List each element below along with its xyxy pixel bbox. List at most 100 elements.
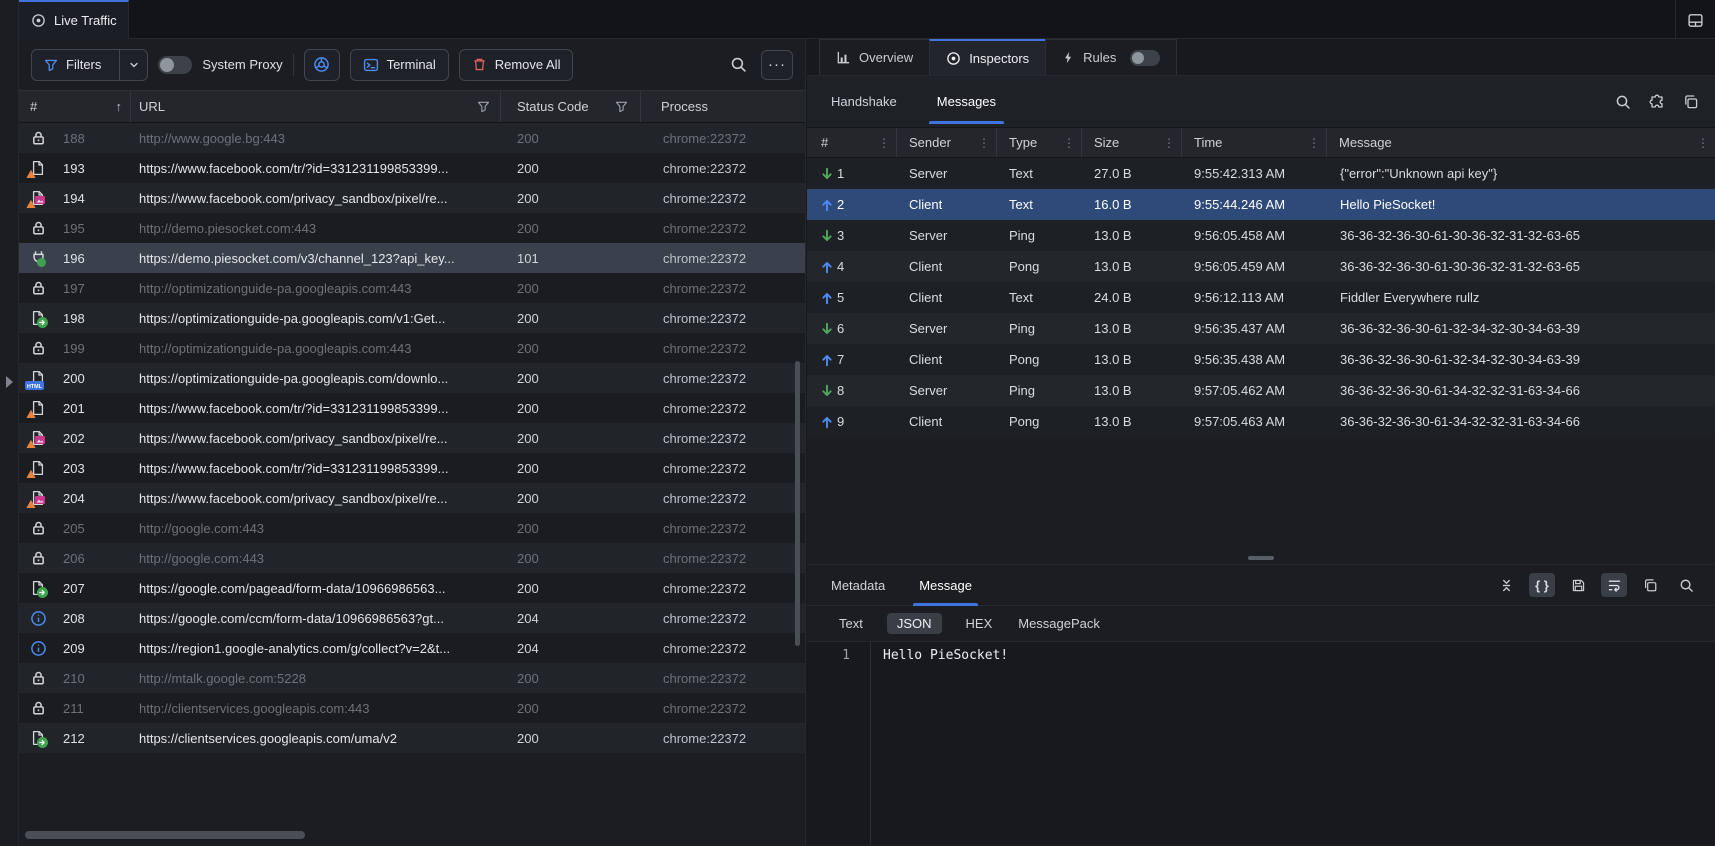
column-header-sender[interactable]: Sender⋮	[897, 128, 997, 157]
copy-icon[interactable]	[1637, 573, 1663, 597]
sort-ascending-icon[interactable]: ↑	[116, 99, 123, 114]
traffic-row[interactable]: 197http://optimizationguide-pa.googleapi…	[19, 273, 805, 303]
message-row[interactable]: 8ServerPing13.0 B9:57:05.462 AM36-36-32-…	[807, 375, 1715, 406]
dock-layout-icon[interactable]	[1683, 8, 1707, 32]
format-tab-json[interactable]: JSON	[887, 613, 942, 634]
column-menu-icon[interactable]: ⋮	[1063, 136, 1075, 150]
tab-handshake[interactable]: Handshake	[829, 79, 899, 124]
terminal-label: Terminal	[387, 57, 436, 72]
splitter-handle[interactable]	[1248, 556, 1274, 560]
extension-puzzle-icon[interactable]	[1649, 94, 1665, 110]
search-icon[interactable]	[1673, 573, 1699, 597]
horizontal-scrollbar-thumb[interactable]	[25, 831, 305, 839]
filter-funnel-icon[interactable]	[615, 100, 628, 113]
traffic-row[interactable]: 202https://www.facebook.com/privacy_sand…	[19, 423, 805, 453]
column-header-number[interactable]: #⋮	[807, 128, 897, 157]
remove-all-button[interactable]: Remove All	[459, 49, 574, 81]
filters-button[interactable]: Filters	[31, 49, 148, 81]
tab-messages[interactable]: Messages	[935, 79, 998, 124]
message-row[interactable]: 7ClientPong13.0 B9:56:35.438 AM36-36-32-…	[807, 344, 1715, 375]
column-menu-icon[interactable]: ⋮	[978, 136, 990, 150]
traffic-row[interactable]: 201https://www.facebook.com/tr/?id=33123…	[19, 393, 805, 423]
format-braces-icon[interactable]: { }	[1529, 573, 1555, 597]
tab-inspectors[interactable]: Inspectors	[929, 39, 1046, 75]
column-header-message[interactable]: Message⋮	[1327, 128, 1715, 157]
traffic-row[interactable]: 208https://google.com/ccm/form-data/1096…	[19, 603, 805, 633]
traffic-row[interactable]: 193https://www.facebook.com/tr/?id=33123…	[19, 153, 805, 183]
system-proxy-toggle[interactable]	[158, 56, 192, 74]
message-body-editor[interactable]: 1 Hello PieSocket!	[807, 642, 1715, 844]
word-wrap-icon[interactable]	[1601, 573, 1627, 597]
save-icon[interactable]	[1565, 573, 1591, 597]
traffic-row[interactable]: 212https://clientservices.googleapis.com…	[19, 723, 805, 753]
traffic-row[interactable]: 209https://region1.google-analytics.com/…	[19, 633, 805, 663]
message-row[interactable]: 3ServerPing13.0 B9:56:05.458 AM36-36-32-…	[807, 220, 1715, 251]
message-row[interactable]: 9ClientPong13.0 B9:57:05.463 AM36-36-32-…	[807, 406, 1715, 437]
message-row[interactable]: 4ClientPong13.0 B9:56:05.459 AM36-36-32-…	[807, 251, 1715, 282]
traffic-row[interactable]: 198https://optimizationguide-pa.googleap…	[19, 303, 805, 333]
vertical-scrollbar-thumb[interactable]	[795, 361, 800, 646]
message-row[interactable]: 2ClientText16.0 B9:55:44.246 AMHello Pie…	[807, 189, 1715, 220]
message-row[interactable]: 1ServerText27.0 B9:55:42.313 AM{"error":…	[807, 158, 1715, 189]
traffic-row[interactable]: 195http://demo.piesocket.com:443200chrom…	[19, 213, 805, 243]
traffic-row[interactable]: 205http://google.com:443200chrome:22372	[19, 513, 805, 543]
message-row[interactable]: 5ClientText24.0 B9:56:12.113 AMFiddler E…	[807, 282, 1715, 313]
message-number: 5	[837, 290, 897, 305]
column-header-size[interactable]: Size⋮	[1082, 128, 1182, 157]
tab-overview[interactable]: Overview	[819, 39, 930, 75]
session-status-code: 200	[501, 131, 641, 146]
column-header-status-code[interactable]: Status Code	[501, 91, 641, 122]
column-header-process[interactable]: Process	[641, 91, 805, 122]
tab-live-traffic[interactable]: Live Traffic	[19, 0, 129, 39]
session-url: https://www.facebook.com/tr/?id=33123119…	[131, 401, 501, 416]
search-icon[interactable]	[730, 56, 747, 73]
info-icon	[19, 640, 63, 657]
session-url: https://www.facebook.com/tr/?id=33123119…	[131, 161, 501, 176]
traffic-row[interactable]: HTML200https://optimizationguide-pa.goog…	[19, 363, 805, 393]
traffic-row[interactable]: 204https://www.facebook.com/privacy_sand…	[19, 483, 805, 513]
column-menu-icon[interactable]: ⋮	[1163, 136, 1175, 150]
tab-message[interactable]: Message	[917, 565, 974, 606]
column-header-time[interactable]: Time⋮	[1182, 128, 1327, 157]
rules-toggle[interactable]	[1130, 50, 1160, 66]
collapse-all-icon[interactable]	[1493, 573, 1519, 597]
tab-rules[interactable]: Rules	[1045, 39, 1177, 75]
doc-warning-icon	[19, 399, 63, 417]
format-tab-text[interactable]: Text	[837, 613, 865, 634]
panel-splitter[interactable]	[807, 552, 1715, 564]
column-menu-icon[interactable]: ⋮	[1308, 136, 1320, 150]
filter-funnel-icon[interactable]	[477, 100, 490, 113]
message-row[interactable]: 6ServerPing13.0 B9:56:35.437 AM36-36-32-…	[807, 313, 1715, 344]
search-icon[interactable]	[1615, 94, 1631, 110]
traffic-row[interactable]: 199http://optimizationguide-pa.googleapi…	[19, 333, 805, 363]
terminal-button[interactable]: Terminal	[350, 49, 449, 81]
message-sender: Client	[897, 290, 997, 305]
inspector-subtabs: Handshake Messages	[807, 76, 1715, 127]
column-header-url[interactable]: URL	[131, 91, 501, 122]
traffic-row[interactable]: 203https://www.facebook.com/tr/?id=33123…	[19, 453, 805, 483]
column-header-number[interactable]: # ↑	[19, 91, 131, 122]
more-options-button[interactable]: ···	[761, 50, 793, 80]
format-tab-hex[interactable]: HEX	[964, 613, 995, 634]
traffic-row[interactable]: 210http://mtalk.google.com:5228200chrome…	[19, 663, 805, 693]
traffic-row[interactable]: 194https://www.facebook.com/privacy_sand…	[19, 183, 805, 213]
format-tab-messagepack[interactable]: MessagePack	[1016, 613, 1102, 634]
column-header-type[interactable]: Type⋮	[997, 128, 1082, 157]
copy-icon[interactable]	[1683, 94, 1699, 110]
traffic-row[interactable]: 211http://clientservices.googleapis.com:…	[19, 693, 805, 723]
filters-dropdown-button[interactable]	[119, 50, 147, 80]
message-number: 9	[837, 414, 897, 429]
traffic-row[interactable]: 196https://demo.piesocket.com/v3/channel…	[19, 243, 805, 273]
traffic-row[interactable]: 188http://www.google.bg:443200chrome:223…	[19, 123, 805, 153]
expand-sidebar-icon[interactable]	[6, 376, 13, 388]
message-type: Text	[997, 197, 1082, 212]
capture-browser-button[interactable]	[304, 49, 340, 81]
column-menu-icon[interactable]: ⋮	[878, 136, 890, 150]
message-number: 7	[837, 352, 897, 367]
session-number: 198	[63, 311, 131, 326]
traffic-row[interactable]: 207https://google.com/pagead/form-data/1…	[19, 573, 805, 603]
traffic-row[interactable]: 206http://google.com:443200chrome:22372	[19, 543, 805, 573]
messages-empty-area	[807, 437, 1715, 552]
tab-metadata[interactable]: Metadata	[829, 565, 887, 606]
column-menu-icon[interactable]: ⋮	[1697, 136, 1709, 150]
